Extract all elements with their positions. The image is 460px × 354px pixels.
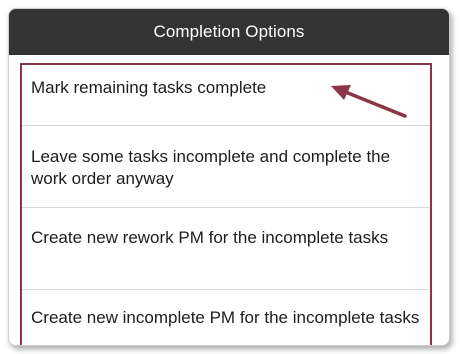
- completion-options-dialog: Completion Options Mark remaining tasks …: [8, 8, 450, 346]
- pointer-arrow-icon: [331, 85, 407, 118]
- option-leave-incomplete[interactable]: Leave some tasks incomplete and complete…: [22, 126, 430, 208]
- option-create-rework-pm[interactable]: Create new rework PM for the incomplete …: [22, 208, 430, 290]
- arrow-shaft: [341, 89, 407, 118]
- dialog-title: Completion Options: [9, 9, 449, 55]
- option-create-incomplete-pm[interactable]: Create new incomplete PM for the incompl…: [22, 290, 430, 345]
